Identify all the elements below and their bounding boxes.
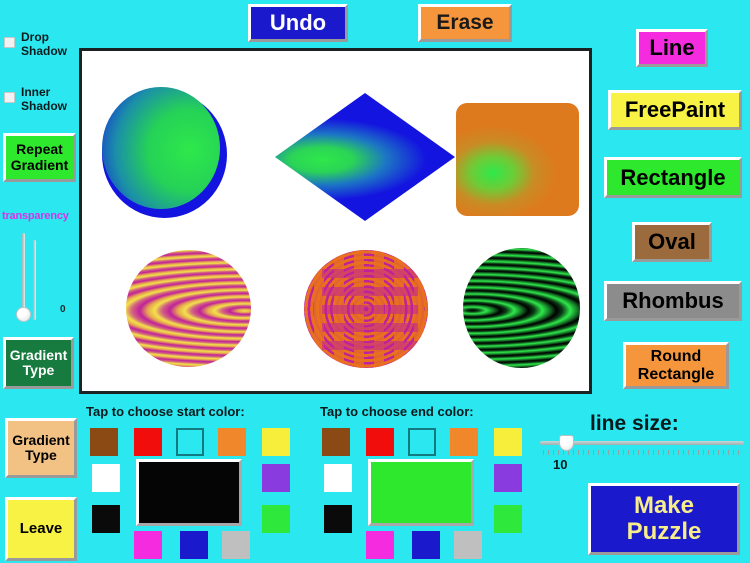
- transparency-label: transparency: [2, 210, 69, 222]
- gradient-type-green-label: Gradient Type: [9, 346, 68, 378]
- end-swatch-yellow[interactable]: [494, 428, 522, 456]
- shape-tool-round-rectangle-label: Round Rectangle: [637, 348, 715, 383]
- inner-shadow-label: Inner Shadow: [21, 85, 68, 113]
- erase-button[interactable]: Erase: [418, 4, 512, 42]
- start-swatch-yellow[interactable]: [262, 428, 290, 456]
- start-swatch-white[interactable]: [92, 464, 120, 492]
- start-swatch-red[interactable]: [134, 428, 162, 456]
- canvas-shape-oval-blue-green-fill: [102, 87, 220, 209]
- shape-tool-round-rectangle[interactable]: Round Rectangle: [623, 342, 729, 389]
- erase-button-label: Erase: [436, 10, 494, 34]
- end-swatch-clear[interactable]: [408, 428, 436, 456]
- canvas-shape-oval-yellow-magenta: [126, 250, 251, 367]
- transparency-slider-thumb[interactable]: [16, 307, 31, 322]
- start-swatch-green[interactable]: [262, 505, 290, 533]
- end-swatch-magenta[interactable]: [366, 531, 394, 559]
- transparency-slider-track-left[interactable]: [22, 233, 25, 315]
- gradient-type-green-button[interactable]: Gradient Type: [3, 337, 74, 389]
- gradient-type-tan-label: Gradient Type: [12, 431, 70, 463]
- end-swatch-black[interactable]: [324, 505, 352, 533]
- shape-tool-line-label: Line: [649, 35, 695, 61]
- canvas-shape-oval-green-black: [463, 248, 580, 368]
- undo-button-label: Undo: [269, 10, 327, 36]
- end-swatch-green[interactable]: [494, 505, 522, 533]
- start-swatch-clear[interactable]: [176, 428, 204, 456]
- end-swatch-orange[interactable]: [450, 428, 478, 456]
- inner-shadow-checkbox[interactable]: [4, 92, 15, 103]
- line-size-label: line size:: [590, 412, 679, 435]
- repeat-gradient-label: Repeat Gradient: [10, 141, 69, 173]
- leave-button[interactable]: Leave: [5, 497, 77, 561]
- end-swatch-purple[interactable]: [494, 464, 522, 492]
- start-swatch-gray[interactable]: [222, 531, 250, 559]
- line-size-slider-ticks: [543, 450, 743, 455]
- start-palette-title: Tap to choose start color:: [86, 404, 245, 419]
- make-puzzle-button[interactable]: Make Puzzle: [588, 483, 740, 555]
- start-swatch-magenta[interactable]: [134, 531, 162, 559]
- shape-tool-line[interactable]: Line: [636, 29, 708, 67]
- end-swatch-blue[interactable]: [412, 531, 440, 559]
- shape-tool-oval-label: Oval: [648, 229, 696, 255]
- end-swatch-red[interactable]: [366, 428, 394, 456]
- transparency-slider-track-right[interactable]: [33, 240, 36, 320]
- transparency-value: 0: [60, 304, 66, 315]
- shape-tool-rectangle-label: Rectangle: [620, 164, 726, 190]
- start-swatch-orange[interactable]: [218, 428, 246, 456]
- canvas-shape-rhombus-blue-green: [275, 93, 455, 221]
- shape-tool-rhombus-label: Rhombus: [622, 288, 724, 314]
- end-color-preview[interactable]: [368, 459, 474, 526]
- shape-tool-freepaint[interactable]: FreePaint: [608, 90, 742, 130]
- shape-tool-rectangle[interactable]: Rectangle: [604, 157, 742, 198]
- shape-tool-rhombus[interactable]: Rhombus: [604, 281, 742, 321]
- shape-tool-oval[interactable]: Oval: [632, 222, 712, 262]
- make-puzzle-label: Make Puzzle: [626, 492, 702, 545]
- start-color-preview[interactable]: [136, 459, 242, 526]
- leave-button-label: Leave: [19, 519, 63, 537]
- drawing-canvas[interactable]: [79, 48, 592, 394]
- canvas-shape-oval-orange-magenta-overlay: [304, 250, 428, 368]
- line-size-value: 10: [553, 457, 568, 472]
- start-swatch-black[interactable]: [92, 505, 120, 533]
- gradient-type-tan-button[interactable]: Gradient Type: [5, 418, 77, 478]
- end-palette-title: Tap to choose end color:: [320, 404, 474, 419]
- drop-shadow-checkbox[interactable]: [4, 37, 15, 48]
- canvas-shape-round-rectangle-orange-green: [456, 103, 579, 216]
- end-swatch-brown[interactable]: [322, 428, 350, 456]
- line-size-slider-thumb[interactable]: [559, 435, 574, 451]
- end-swatch-white[interactable]: [324, 464, 352, 492]
- start-swatch-blue[interactable]: [180, 531, 208, 559]
- undo-button[interactable]: Undo: [248, 4, 348, 42]
- end-swatch-gray[interactable]: [454, 531, 482, 559]
- start-swatch-brown[interactable]: [90, 428, 118, 456]
- drop-shadow-label: Drop Shadow: [21, 30, 68, 58]
- repeat-gradient-button[interactable]: Repeat Gradient: [3, 133, 76, 182]
- start-swatch-purple[interactable]: [262, 464, 290, 492]
- app-root: Undo Erase Drop Shadow Inner Shadow Repe…: [0, 0, 750, 563]
- shape-tool-freepaint-label: FreePaint: [624, 97, 726, 123]
